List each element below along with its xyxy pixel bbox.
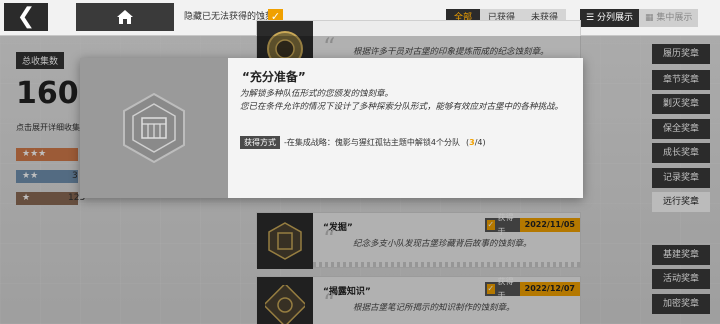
modal-description: 为解锁多种队伍形式的您颁发的蚀刻章。 您已在条件允许的情况下设计了多种探索分队形…: [240, 88, 570, 114]
acquisition-label: 获得方式: [240, 136, 280, 149]
back-arrow-icon: ❮: [16, 4, 36, 29]
locked-medal-icon: [123, 92, 185, 164]
modal-line: 为解锁多种队伍形式的您颁发的蚀刻章。: [240, 89, 394, 99]
view-mode-group: ☰ 分列展示 ▦ 集中展示: [580, 9, 699, 27]
list-icon: ☰: [586, 13, 597, 23]
acquisition-progress: (3/4): [465, 138, 486, 147]
view-merge-button[interactable]: ▦ 集中展示: [638, 9, 699, 27]
modal-title: “充分准备”: [242, 70, 306, 84]
acquisition-method: -在集成战略：傀影与猩红孤钻主题中解锁4个分队: [284, 138, 460, 147]
acquisition-row: 获得方式 -在集成战略：傀影与猩红孤钻主题中解锁4个分队 (3/4): [240, 136, 486, 149]
home-button[interactable]: [76, 3, 174, 31]
medal-detail-modal: “充分准备” 为解锁多种队伍形式的您颁发的蚀刻章。 您已在条件允许的情况下设计了…: [80, 58, 583, 198]
view-split-label: 分列展示: [596, 13, 633, 23]
modal-medal-panel: [80, 58, 228, 198]
grid-icon: ▦: [644, 13, 657, 23]
view-merge-label: 集中展示: [656, 13, 693, 23]
back-button[interactable]: ❮: [4, 3, 48, 31]
view-split-button[interactable]: ☰ 分列展示: [580, 9, 639, 27]
modal-line: 您已在条件允许的情况下设计了多种探索分队形式，能够有效应对古堡中的各种挑战。: [240, 102, 564, 112]
home-icon: [117, 10, 133, 24]
